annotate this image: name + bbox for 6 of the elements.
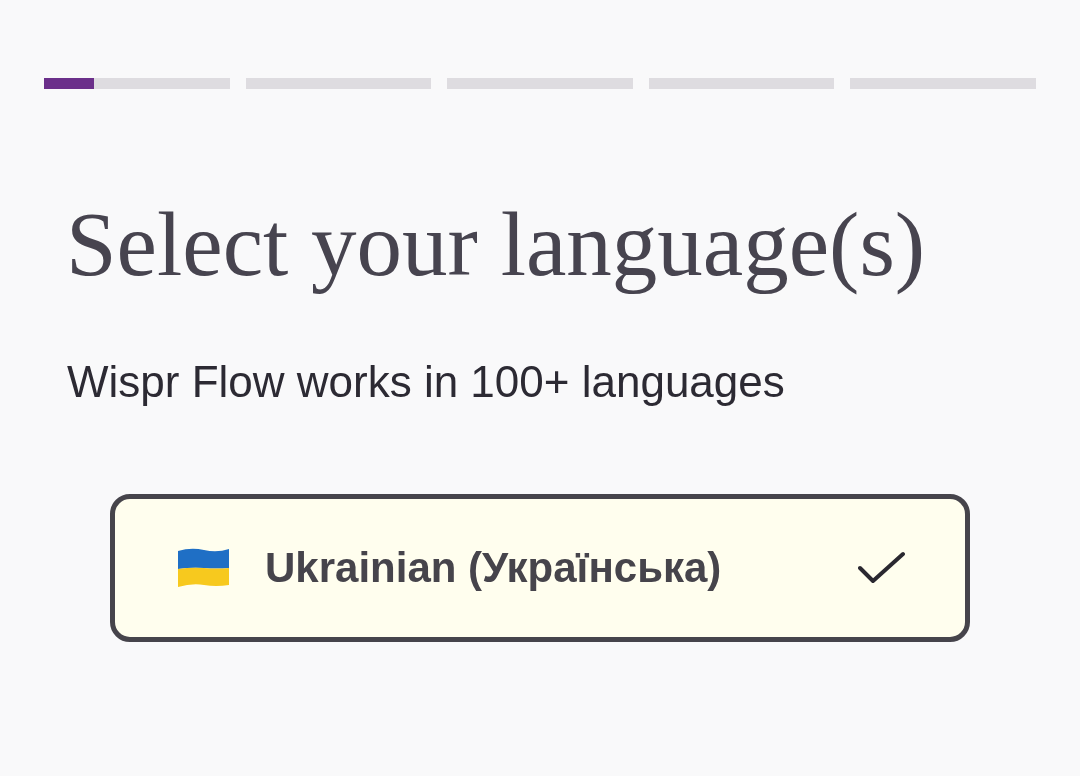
language-option[interactable]: Ukrainian (Українська) xyxy=(110,493,970,642)
checkmark-icon xyxy=(858,551,905,585)
language-label: Ukrainian (Українська) xyxy=(265,542,722,593)
flag-icon xyxy=(177,547,230,589)
page-subtitle: Wispr Flow works in 100+ languages xyxy=(67,359,785,404)
page-title: Select your language(s) xyxy=(66,193,926,297)
